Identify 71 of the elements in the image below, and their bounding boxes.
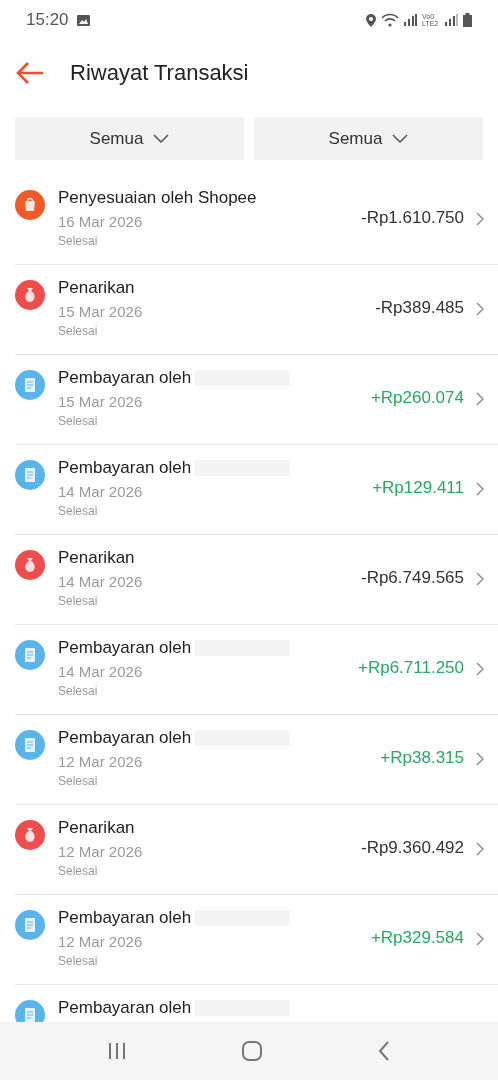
transaction-title: Penyesuaian oleh Shopee bbox=[58, 188, 257, 208]
transaction-title: Penarikan bbox=[58, 818, 135, 838]
recent-apps-icon[interactable] bbox=[108, 1042, 126, 1060]
transaction-amount: +Rp260.074 bbox=[370, 388, 464, 408]
back-icon[interactable] bbox=[378, 1041, 390, 1061]
transaction-status: Selesai bbox=[58, 234, 99, 248]
transaction-row[interactable]: Pembayaran oleh 15 Mar 2026 Selesai +Rp260.074 bbox=[15, 355, 498, 445]
transaction-title: Pembayaran oleh bbox=[58, 728, 192, 748]
status-time: 15:20 bbox=[26, 10, 69, 30]
signal-icon bbox=[445, 14, 458, 26]
back-arrow-icon[interactable] bbox=[16, 61, 44, 84]
transaction-date: 14 Mar 2026 bbox=[58, 663, 144, 680]
transaction-title: Pembayaran oleh bbox=[58, 458, 192, 478]
transaction-amount: -Rp1.610.750 bbox=[360, 208, 464, 228]
chevron-right-icon bbox=[476, 662, 484, 676]
chevron-right-icon bbox=[476, 572, 484, 586]
battery-icon bbox=[463, 13, 472, 27]
transaction-status: Selesai bbox=[58, 414, 99, 428]
transaction-title: Pembayaran oleh bbox=[58, 638, 192, 658]
transaction-title: Pembayaran oleh bbox=[58, 998, 192, 1018]
transaction-date: 14 Mar 2026 bbox=[58, 573, 144, 590]
transaction-status: Selesai bbox=[58, 684, 99, 698]
transaction-amount: +Rp329.584 bbox=[370, 928, 464, 948]
transaction-row[interactable]: Penarikan 12 Mar 2026 Selesai -Rp9.360.492 bbox=[15, 805, 498, 895]
transaction-date: 15 Mar 2026 bbox=[58, 393, 144, 410]
chevron-down-icon bbox=[153, 134, 170, 143]
chevron-right-icon bbox=[476, 212, 484, 226]
transaction-amount: -Rp389.485 bbox=[375, 298, 464, 318]
transaction-status: Selesai bbox=[58, 324, 99, 338]
transaction-amount: +Rp38.315 bbox=[380, 748, 464, 768]
transaction-amount: +Rp6.711.250 bbox=[357, 658, 464, 678]
chevron-right-icon bbox=[476, 392, 484, 406]
transaction-row[interactable]: Penarikan 15 Mar 2026 Selesai -Rp389.485 bbox=[15, 265, 498, 355]
filter-dropdown[interactable]: Semua bbox=[254, 117, 483, 160]
transaction-date: 15 Mar 2026 bbox=[58, 303, 144, 320]
transaction-title: Pembayaran oleh bbox=[58, 908, 192, 928]
transaction-row[interactable]: Pembayaran oleh 12 Mar 2026 Selesai +Rp329.584 bbox=[15, 895, 498, 985]
transaction-amount: +Rp129.411 bbox=[372, 478, 464, 498]
transaction-row[interactable]: Pembayaran oleh 14 Mar 2026 Selesai +Rp6.711.250 bbox=[15, 625, 498, 715]
filter-dropdown[interactable]: Semua bbox=[15, 117, 244, 160]
transaction-date: 14 Mar 2026 bbox=[58, 483, 144, 500]
transaction-title: Penarikan bbox=[58, 548, 135, 568]
wifi-icon bbox=[381, 13, 399, 27]
chevron-right-icon bbox=[476, 842, 484, 856]
transaction-date: 12 Mar 2026 bbox=[58, 753, 144, 770]
transaction-status: Selesai bbox=[58, 594, 99, 608]
chevron-right-icon bbox=[476, 932, 484, 946]
location-icon bbox=[366, 13, 376, 27]
chevron-right-icon bbox=[476, 752, 484, 766]
transaction-title: Penarikan bbox=[58, 278, 135, 298]
transaction-amount: -Rp6.749.565 bbox=[360, 568, 464, 588]
page-title: Riwayat Transaksi bbox=[70, 59, 249, 86]
home-icon[interactable] bbox=[242, 1041, 262, 1061]
transaction-row[interactable]: Pembayaran oleh 14 Mar 2026 Selesai +Rp129.411 bbox=[15, 445, 498, 535]
transaction-date: 12 Mar 2026 bbox=[58, 843, 144, 860]
transaction-title: Pembayaran oleh bbox=[58, 368, 192, 388]
chevron-right-icon bbox=[476, 302, 484, 316]
transaction-date: 16 Mar 2026 bbox=[58, 213, 144, 230]
transaction-status: Selesai bbox=[58, 864, 99, 878]
image-icon bbox=[76, 14, 90, 26]
transaction-row[interactable]: Pembayaran oleh 12 Mar 2026 Selesai +Rp38.315 bbox=[15, 715, 498, 805]
transaction-row[interactable]: Penarikan 14 Mar 2026 Selesai -Rp6.749.565 bbox=[15, 535, 498, 625]
transaction-date: 12 Mar 2026 bbox=[58, 933, 144, 950]
transaction-status: Selesai bbox=[58, 954, 99, 968]
transaction-amount: -Rp9.360.492 bbox=[360, 838, 464, 858]
chevron-right-icon bbox=[476, 482, 484, 496]
chevron-down-icon bbox=[392, 134, 409, 143]
transaction-status: Selesai bbox=[58, 774, 99, 788]
transaction-row[interactable]: Penyesuaian oleh Shopee 16 Mar 2026 Selesai -Rp1.610.750 bbox=[15, 175, 498, 265]
signal-icon bbox=[404, 14, 417, 26]
transaction-status: Selesai bbox=[58, 504, 99, 518]
